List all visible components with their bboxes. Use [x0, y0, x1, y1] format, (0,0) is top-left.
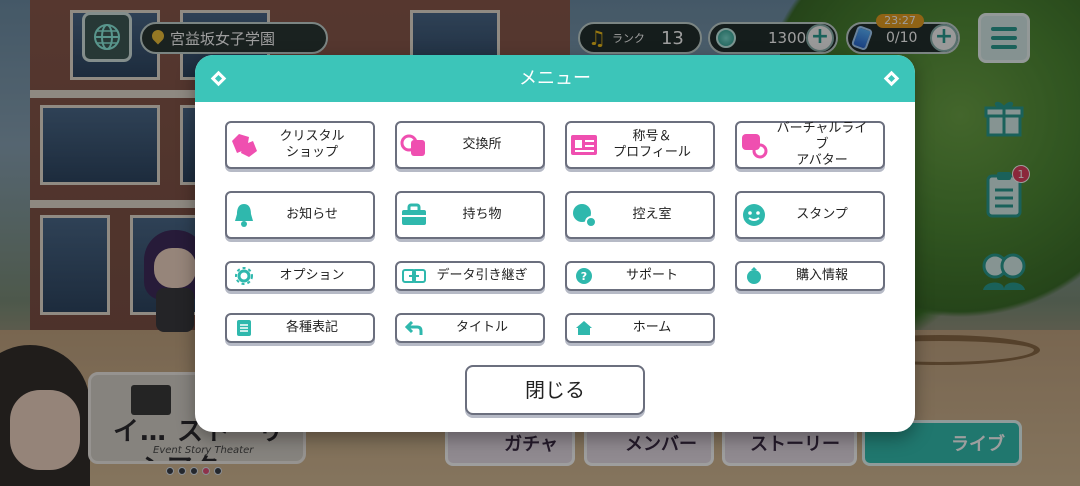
title-profile-button[interactable]: 称号＆ プロフィール — [565, 121, 715, 169]
menu-dialog: メニュー クリスタル ショップ 交換所 称号＆ プロフィール バーチャルライブ … — [195, 55, 915, 432]
news-button[interactable]: お知らせ — [225, 191, 375, 239]
purchase-info-label: 購入情報 — [795, 267, 848, 283]
waiting-room-label: 控え室 — [632, 206, 672, 222]
home-label: ホーム — [632, 319, 672, 335]
support-button[interactable]: ? サポート — [565, 261, 715, 291]
data-transfer-button[interactable]: データ引き継ぎ — [395, 261, 545, 291]
title-screen-button[interactable]: タイトル — [395, 313, 545, 343]
menu-dialog-header: メニュー — [195, 55, 915, 102]
title-screen-label: タイトル — [455, 319, 508, 335]
stamp-label: スタンプ — [796, 206, 848, 222]
close-button[interactable]: 閉じる — [465, 365, 645, 415]
menu-dialog-title: メニュー — [519, 68, 591, 89]
legal-notice-button[interactable]: 各種表記 — [225, 313, 375, 343]
bell-icon — [227, 193, 261, 237]
svg-text:?: ? — [581, 270, 587, 283]
avatar-icon — [737, 123, 771, 167]
news-label: お知らせ — [286, 206, 338, 222]
data-transfer-icon — [397, 263, 431, 289]
room-icon — [567, 193, 601, 237]
crystal-shop-label: クリスタル ショップ — [279, 128, 345, 160]
exchange-icon — [397, 123, 431, 167]
waiting-room-button[interactable]: 控え室 — [565, 191, 715, 239]
stamp-button[interactable]: スタンプ — [735, 191, 885, 239]
crystal-shop-icon — [227, 123, 261, 167]
purchase-info-button[interactable]: 購入情報 — [735, 261, 885, 291]
purchase-icon — [737, 263, 771, 289]
data-transfer-label: データ引き継ぎ — [436, 267, 528, 283]
crystal-shop-button[interactable]: クリスタル ショップ — [225, 121, 375, 169]
bag-icon — [397, 193, 431, 237]
options-label: オプション — [279, 267, 345, 283]
smiley-icon — [737, 193, 771, 237]
exchange-label: 交換所 — [462, 136, 502, 152]
options-button[interactable]: オプション — [225, 261, 375, 291]
virtual-live-avatar-label: バーチャルライブ アバター — [776, 120, 868, 169]
inventory-label: 持ち物 — [462, 206, 502, 222]
inventory-button[interactable]: 持ち物 — [395, 191, 545, 239]
back-arrow-icon — [397, 315, 431, 341]
profile-card-icon — [567, 123, 601, 167]
list-icon — [227, 315, 261, 341]
gear-icon — [227, 263, 261, 289]
support-label: サポート — [625, 267, 678, 283]
exchange-button[interactable]: 交換所 — [395, 121, 545, 169]
diamond-ornament-icon — [210, 70, 227, 87]
legal-notice-label: 各種表記 — [285, 319, 338, 335]
question-icon: ? — [567, 263, 601, 289]
home-icon — [567, 315, 601, 341]
title-profile-label: 称号＆ プロフィール — [613, 128, 691, 160]
virtual-live-avatar-button[interactable]: バーチャルライブ アバター — [735, 121, 885, 169]
home-button[interactable]: ホーム — [565, 313, 715, 343]
diamond-ornament-icon — [883, 70, 900, 87]
